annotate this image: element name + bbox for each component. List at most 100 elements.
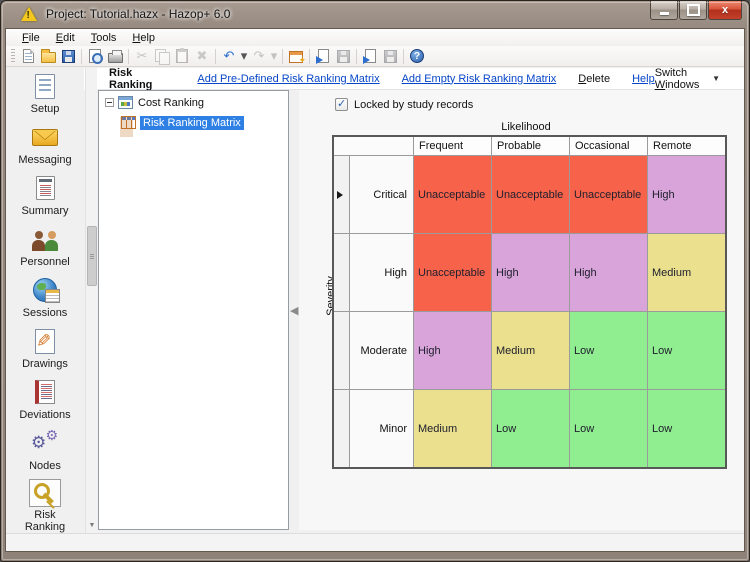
matrix-cell-high-probable[interactable]: High [492,234,569,311]
scrollbar-down-arrow[interactable]: ▼ [86,519,98,531]
export-matrix-icon[interactable] [286,47,306,66]
cost-ranking-icon [118,96,133,109]
help-icon[interactable]: ? [407,47,427,65]
matrix-cell-critical-probable[interactable]: Unacceptable [492,156,569,233]
people-icon [31,227,59,251]
sidebar-item-messaging[interactable]: Messaging [6,119,84,170]
sidebar-item-label: Personnel [20,256,70,268]
sidebar-item-deviations[interactable]: Deviations [6,374,84,425]
sidebar-item-drawings[interactable]: Drawings [6,323,84,374]
save-report-icon [380,47,400,65]
matrix-col-header-probable[interactable]: Probable [492,137,569,155]
matrix-row-header-moderate[interactable]: Moderate [350,312,413,389]
tree-node-risk-ranking-matrix[interactable]: Risk Ranking Matrix [121,114,288,131]
matrix-cell-high-remote[interactable]: Medium [648,234,725,311]
header-action-delete[interactable]: Delete [578,73,610,85]
toolbar-separator [356,48,357,64]
maximize-button[interactable] [679,1,707,20]
matrix-row-marker[interactable] [334,234,349,311]
sidebar-item-summary[interactable]: Summary [6,170,84,221]
toolbar: ✂ ✖ ↶ ▾ ↷ ▾? [6,46,744,67]
navigation-sidebar: Setup Messaging Summary Personnel Sessions Dr… [6,68,84,533]
menu-edit[interactable]: Edit [48,31,83,45]
gears-icon [31,428,59,455]
matrix-cell-minor-remote[interactable]: Low [648,390,725,467]
minimize-button[interactable] [650,1,678,20]
menu-file[interactable]: File [14,31,48,45]
current-row-arrow-icon [337,190,343,199]
person-shape [32,231,45,251]
copy-icon [155,49,170,65]
chevron-down-icon: ▼ [712,74,720,83]
header-action-help[interactable]: Help [632,73,655,85]
toolbar-separator [309,48,310,64]
matrix-row-header-high[interactable]: High [350,234,413,311]
open-study-icon[interactable] [313,47,333,65]
header-action-add-pre-defined-risk-ranking-matrix[interactable]: Add Pre-Defined Risk Ranking Matrix [197,73,379,85]
menu-tools[interactable]: Tools [83,31,125,45]
matrix-row-marker[interactable] [334,312,349,389]
switch-windows-label: Switch Windows [654,66,700,91]
sidebar-item-sessions[interactable]: Sessions [6,272,84,323]
tree-collapse-icon[interactable] [105,98,114,107]
matrix-row-marker[interactable] [334,156,349,233]
close-button[interactable]: x [708,1,742,20]
redo-dropdown-icon: ▾ [269,47,279,65]
hazard-triangle-app-icon [21,7,37,21]
undo-icon[interactable]: ↶ [219,47,239,65]
open-folder-icon [40,49,56,63]
matrix-cell-minor-probable[interactable]: Low [492,390,569,467]
matrix-cell-moderate-occasional[interactable]: Low [570,312,647,389]
person-shape [45,231,58,251]
header-action-add-empty-risk-ranking-matrix[interactable]: Add Empty Risk Ranking Matrix [402,73,557,85]
matrix-table-icon [121,116,136,129]
tree-node-label-selected[interactable]: Risk Ranking Matrix [140,115,244,130]
save-study-icon [333,47,353,65]
globe-calendar-icon [33,278,60,303]
matrix-cell-high-occasional[interactable]: High [570,234,647,311]
print-preview-icon[interactable] [85,47,105,65]
matrix-row-marker[interactable] [334,390,349,467]
print-icon[interactable] [105,47,125,65]
toolbar-separator [403,48,404,64]
matrix-cell-moderate-probable[interactable]: Medium [492,312,569,389]
splitter-collapse-arrow[interactable]: ◀ [290,301,298,319]
tree-node-cost-ranking[interactable]: Cost Ranking [99,94,288,111]
redo-dropdown-icon: ▾ [270,48,278,64]
toolbar-grip[interactable] [11,49,15,63]
matrix-cell-moderate-remote[interactable]: Low [648,312,725,389]
scrollbar-thumb[interactable] [87,226,97,286]
locked-checkbox[interactable] [335,97,348,111]
title-bar[interactable]: Project: Tutorial.hazx - Hazop+ 6.0 x [1,1,749,28]
help-icon: ? [410,49,424,63]
undo-dropdown-icon[interactable]: ▾ [239,47,249,65]
menu-help[interactable]: Help [124,31,163,45]
matrix-cell-minor-occasional[interactable]: Low [570,390,647,467]
open-report-icon[interactable] [360,47,380,65]
sidebar-item-risk-ranking[interactable]: Risk Ranking [6,476,84,533]
sidebar-scrollbar[interactable]: ▼ [85,68,97,533]
sidebar-item-setup[interactable]: Setup [6,68,84,119]
open-folder-icon[interactable] [38,47,58,65]
matrix-col-header-frequent[interactable]: Frequent [414,137,491,155]
matrix-cell-critical-remote[interactable]: High [648,156,725,233]
matrix-cell-critical-frequent[interactable]: Unacceptable [414,156,491,233]
tree-node-label[interactable]: Cost Ranking [138,97,204,109]
notebook-icon [35,380,55,404]
save-icon[interactable] [58,47,78,65]
save-icon [61,49,75,63]
matrix-col-header-remote[interactable]: Remote [648,137,725,155]
matrix-cell-minor-frequent[interactable]: Medium [414,390,491,467]
switch-windows-button[interactable]: Switch Windows ▼ [655,67,720,91]
matrix-cell-moderate-frequent[interactable]: High [414,312,491,389]
matrix-cell-critical-occasional[interactable]: Unacceptable [570,156,647,233]
sidebar-item-nodes[interactable]: Nodes [6,425,84,476]
sidebar-item-personnel[interactable]: Personnel [6,221,84,272]
open-study-icon [315,49,329,64]
matrix-row-header-minor[interactable]: Minor [350,390,413,467]
matrix-row-header-critical[interactable]: Critical [350,156,413,233]
new-file-icon[interactable] [18,47,38,65]
matrix-col-header-occasional[interactable]: Occasional [570,137,647,155]
paste-icon [172,47,192,65]
matrix-cell-high-frequent[interactable]: Unacceptable [414,234,491,311]
